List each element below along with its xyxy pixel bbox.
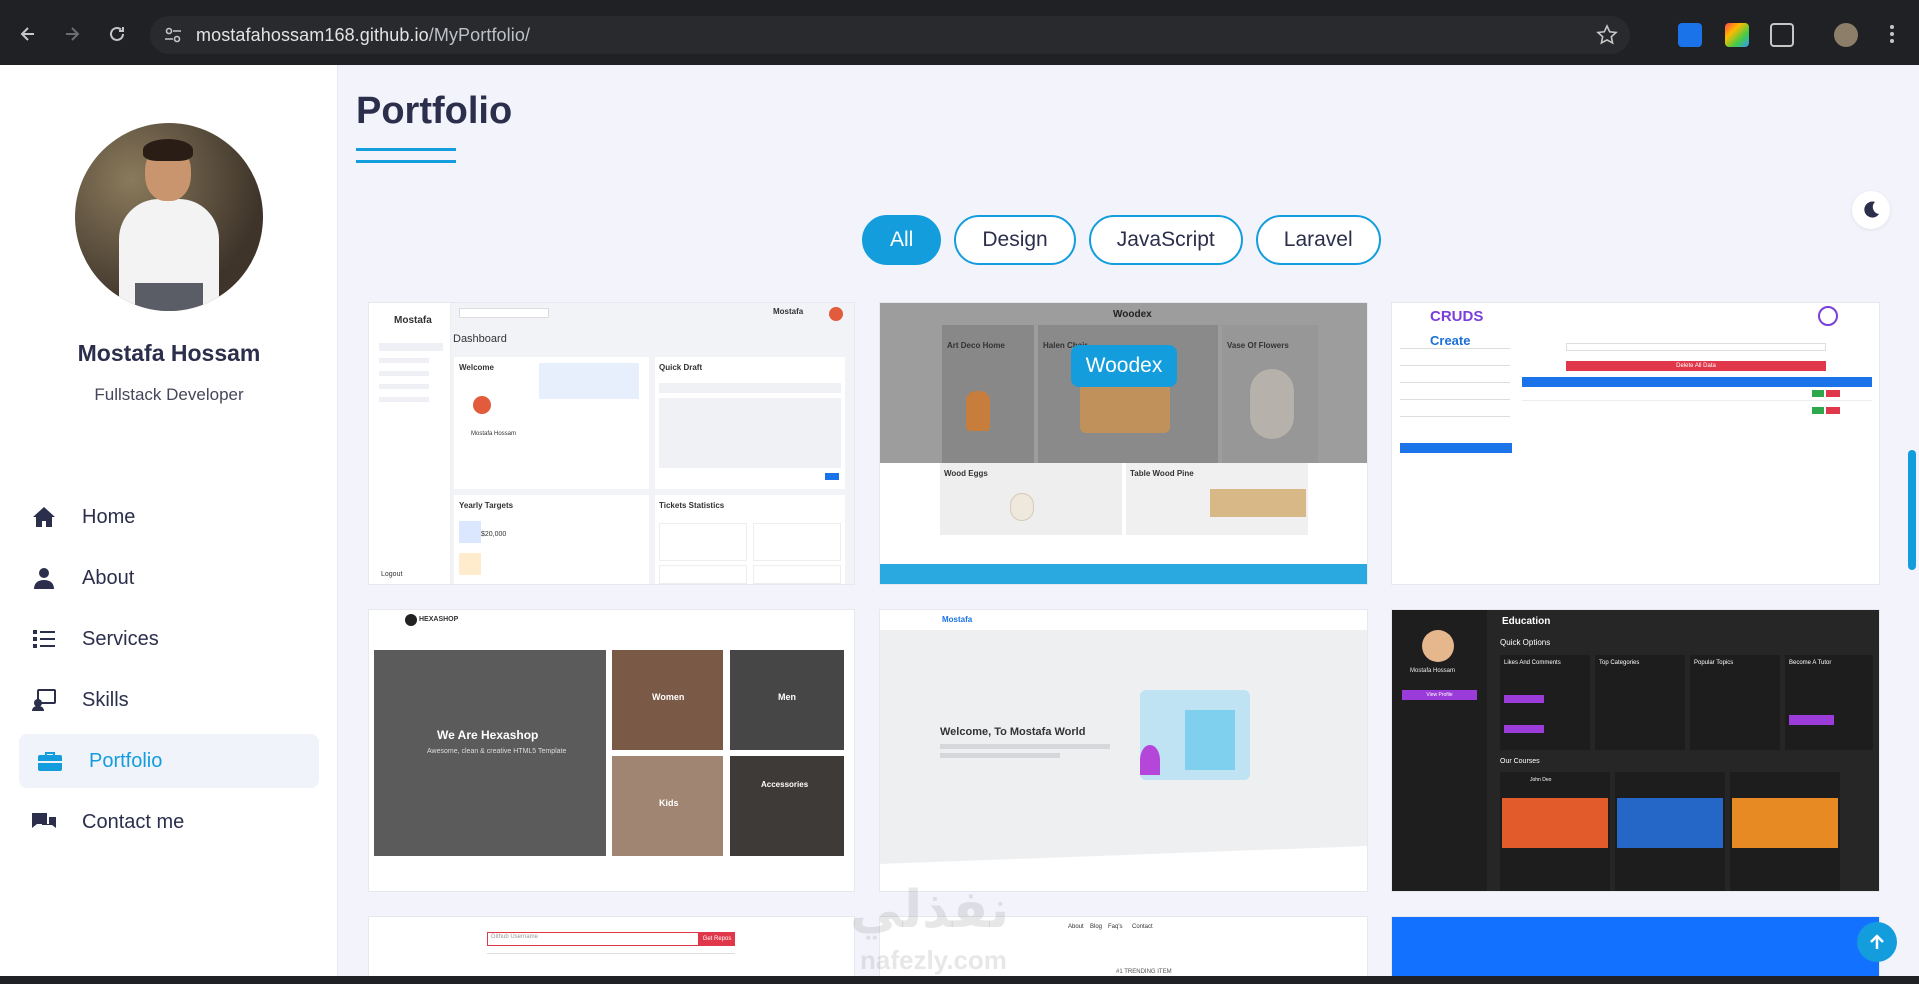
sidebar-item-label: Contact me	[82, 810, 185, 833]
reload-icon	[110, 26, 124, 41]
sidebar-menu: Home About Services Skills Portfolio Con…	[19, 490, 319, 856]
portfolio-item-blue[interactable]	[1392, 917, 1879, 976]
arrow-left-icon	[20, 27, 34, 41]
sidebar-item-label: Services	[82, 627, 159, 650]
sidebar-item-services[interactable]: Services	[19, 612, 319, 666]
profile-name: Mostafa Hossam	[77, 340, 261, 366]
arrow-up-icon	[1870, 934, 1884, 949]
sidebar-item-portfolio[interactable]: Portfolio	[19, 734, 319, 788]
portfolio-item-cruds[interactable]: CRUDS Create Delete All Data	[1392, 303, 1879, 584]
filter-javascript[interactable]: JavaScript	[1088, 215, 1243, 265]
sidebar-item-label: About	[82, 566, 135, 589]
sidebar: Mostafa Hossam Fullstack Developer Home …	[0, 65, 338, 984]
sidebar-item-about[interactable]: About	[19, 551, 319, 605]
sidebar-item-skills[interactable]: Skills	[19, 673, 319, 727]
portfolio-item-education[interactable]: Mostafa Hossam View Profile Education Qu…	[1392, 610, 1879, 891]
portfolio-item-mostafa-world[interactable]: Mostafa Welcome, To Mostafa World	[880, 610, 1367, 891]
fi-extension-icon[interactable]	[1678, 23, 1702, 47]
portfolio-item-woodex[interactable]: Woodex Art Deco Home Halen Chair Vase Of…	[880, 303, 1367, 584]
user-icon	[31, 565, 57, 591]
reload-button[interactable]	[103, 20, 131, 48]
back-to-top-button[interactable]	[1857, 922, 1897, 962]
sidebar-item-label: Skills	[82, 688, 129, 711]
site-settings-icon	[165, 27, 181, 43]
back-button[interactable]	[14, 20, 42, 48]
profile-photo	[75, 123, 263, 311]
address-bar[interactable]: mostafahossam168.github.io/MyPortfolio/	[150, 16, 1630, 54]
browser-toolbar: mostafahossam168.github.io/MyPortfolio/	[0, 0, 1919, 65]
portfolio-hover-label: Woodex	[1071, 345, 1177, 387]
filter-all[interactable]: All	[862, 215, 942, 265]
page-scrollbar[interactable]	[1908, 450, 1916, 570]
chat-icon	[31, 809, 57, 835]
color-picker-extension-icon[interactable]	[1725, 23, 1749, 47]
profile-avatar-icon[interactable]	[1834, 23, 1858, 47]
browser-menu-button[interactable]	[1878, 20, 1906, 48]
sidebar-item-label: Portfolio	[89, 749, 163, 772]
profile-role: Fullstack Developer	[94, 385, 244, 404]
watermark-logo: نفذلي	[850, 881, 1010, 939]
arrow-right-icon	[66, 27, 80, 41]
portfolio-filters: All Design JavaScript Laravel	[862, 215, 1381, 265]
title-underline	[356, 148, 456, 151]
portfolio-item-dashboard[interactable]: Mostafa Logout Mostafa Dashboard Welcome…	[369, 303, 854, 584]
taskbar-edge	[0, 976, 1919, 984]
list-icon	[31, 626, 57, 652]
moon-icon	[1864, 201, 1879, 218]
dark-mode-toggle[interactable]	[1852, 191, 1890, 229]
bookmark-star-icon[interactable]	[1596, 24, 1618, 46]
portfolio-item-github[interactable]: Github Username Get Repos	[369, 917, 854, 976]
sidebar-item-contact[interactable]: Contact me	[19, 795, 319, 849]
portfolio-item-hexashop[interactable]: HEXASHOP We Are Hexashop Awesome, clean …	[369, 610, 854, 891]
title-underline-accent	[356, 160, 456, 163]
briefcase-icon	[37, 748, 63, 774]
extensions-puzzle-icon[interactable]	[1770, 23, 1794, 47]
page-title: Portfolio	[356, 90, 513, 132]
sidebar-item-home[interactable]: Home	[19, 490, 319, 544]
url-text: mostafahossam168.github.io/MyPortfolio/	[196, 25, 531, 45]
home-icon	[31, 504, 57, 530]
watermark-text: nafezly.com	[860, 945, 1007, 975]
skills-icon	[31, 687, 57, 713]
filter-laravel[interactable]: Laravel	[1255, 215, 1381, 265]
forward-button[interactable]	[58, 20, 86, 48]
more-vertical-icon	[1890, 25, 1894, 43]
filter-design[interactable]: Design	[954, 215, 1076, 265]
sidebar-item-label: Home	[82, 505, 136, 528]
